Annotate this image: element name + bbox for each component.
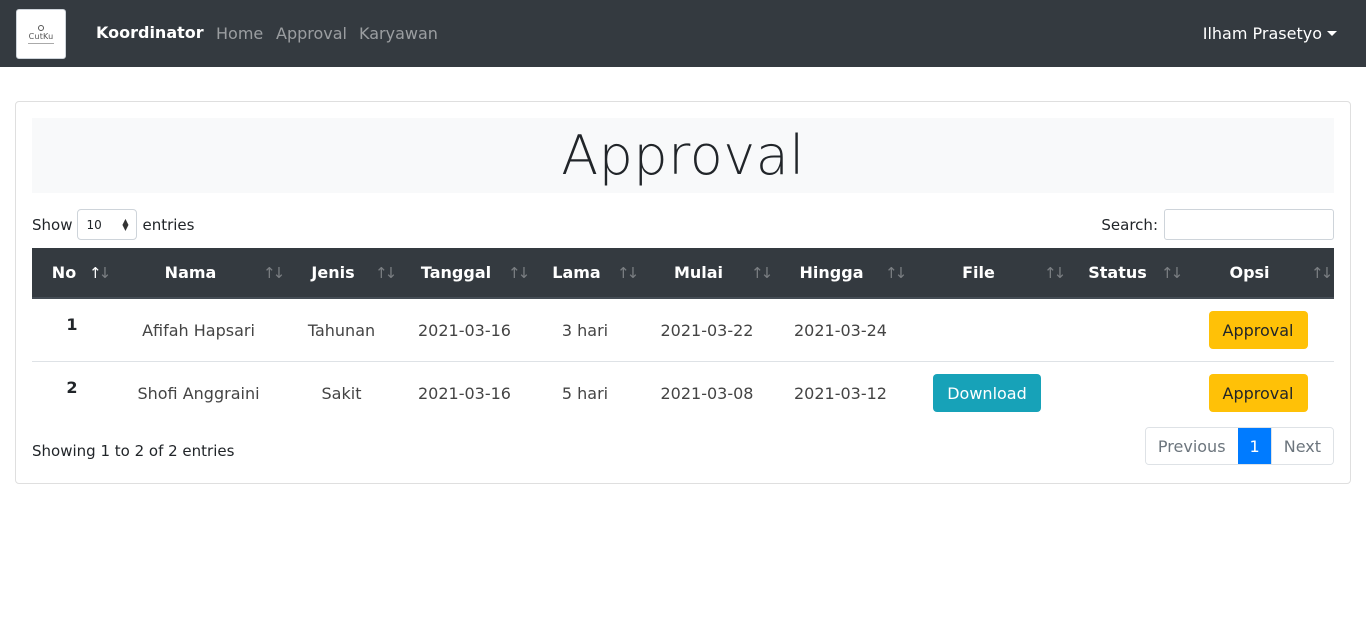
user-name: Ilham Prasetyo bbox=[1202, 24, 1322, 43]
title-banner: Approval bbox=[32, 118, 1334, 193]
sort-icon[interactable]: ↑↓ bbox=[751, 264, 773, 282]
sort-icon[interactable]: ↑↓ bbox=[1161, 264, 1183, 282]
cell-nama: Afifah Hapsari bbox=[142, 320, 255, 340]
search-control: Search: bbox=[1101, 209, 1334, 240]
nav-link-karyawan[interactable]: Karyawan bbox=[359, 24, 438, 43]
column-header-mulai[interactable]: Mulai bbox=[642, 248, 755, 297]
column-header-tanggal[interactable]: Tanggal bbox=[402, 248, 510, 297]
sort-icon[interactable]: ↑↓ bbox=[1311, 264, 1333, 282]
cell-status bbox=[1072, 299, 1182, 361]
cell-jenis: Sakit bbox=[321, 383, 362, 403]
sort-asc-icon[interactable]: ↑↓ bbox=[89, 264, 111, 282]
search-label: Search: bbox=[1101, 215, 1158, 234]
approval-card: Approval Show 10 ▲ ▼ entries Search: No ↑… bbox=[15, 101, 1351, 484]
cell-file bbox=[912, 299, 1062, 361]
select-arrows-icon: ▲ ▼ bbox=[122, 216, 129, 232]
navbar-brand[interactable]: Koordinator bbox=[96, 23, 204, 42]
logo-underline bbox=[28, 42, 54, 44]
user-dropdown[interactable]: Ilham Prasetyo bbox=[1203, 24, 1337, 43]
column-header-status[interactable]: Status bbox=[1072, 248, 1163, 297]
cell-nama: Shofi Anggraini bbox=[137, 383, 260, 403]
table-header: No ↑↓ Nama ↑↓ Jenis ↑↓ Tanggal ↑↓ Lama ↑… bbox=[32, 248, 1334, 299]
show-label: Show bbox=[32, 215, 73, 234]
cell-opsi: Approval bbox=[1192, 299, 1324, 361]
cell-no: 1 bbox=[66, 315, 78, 334]
cell-opsi: Approval bbox=[1192, 362, 1324, 424]
logo-text: CutKu bbox=[28, 31, 54, 41]
search-input[interactable] bbox=[1164, 209, 1334, 240]
approval-button[interactable]: Approval bbox=[1208, 311, 1308, 349]
column-header-no[interactable]: No bbox=[32, 248, 96, 297]
cell-lama: 5 hari bbox=[561, 383, 609, 403]
page-1-button[interactable]: 1 bbox=[1237, 428, 1271, 464]
nav-link-approval[interactable]: Approval bbox=[276, 24, 347, 43]
previous-page-button[interactable]: Previous bbox=[1145, 428, 1238, 464]
logo-mark-icon bbox=[38, 24, 44, 31]
top-navbar: CutKu Koordinator Home Approval Karyawan… bbox=[0, 0, 1366, 67]
cell-tanggal: 2021-03-16 bbox=[418, 383, 511, 403]
sort-icon[interactable]: ↑↓ bbox=[617, 264, 639, 282]
sort-icon[interactable]: ↑↓ bbox=[885, 264, 907, 282]
page-title: Approval bbox=[561, 124, 805, 187]
table-row: 2 Shofi Anggraini Sakit 2021-03-16 5 har… bbox=[32, 362, 1334, 425]
cell-mulai: 2021-03-22 bbox=[660, 320, 754, 340]
cell-hingga: 2021-03-24 bbox=[794, 320, 887, 340]
entries-label: entries bbox=[142, 215, 195, 234]
download-button[interactable]: Download bbox=[933, 374, 1041, 412]
cell-no: 2 bbox=[66, 378, 78, 397]
sort-icon[interactable]: ↑↓ bbox=[375, 264, 397, 282]
table-info: Showing 1 to 2 of 2 entries bbox=[32, 442, 235, 460]
entries-select[interactable]: 10 ▲ ▼ bbox=[77, 209, 138, 240]
nav-link-home[interactable]: Home bbox=[216, 24, 263, 43]
caret-down-icon bbox=[1327, 31, 1337, 36]
cell-file: Download bbox=[912, 362, 1062, 424]
column-header-opsi[interactable]: Opsi bbox=[1192, 248, 1307, 297]
table-row: 1 Afifah Hapsari Tahunan 2021-03-16 3 ha… bbox=[32, 299, 1334, 362]
pagination: Previous 1 Next bbox=[1144, 427, 1334, 465]
column-header-hingga[interactable]: Hingga bbox=[777, 248, 886, 297]
entries-select-value: 10 bbox=[86, 217, 102, 232]
entries-length-control: Show 10 ▲ ▼ entries bbox=[32, 209, 194, 240]
sort-icon[interactable]: ↑↓ bbox=[263, 264, 285, 282]
app-logo[interactable]: CutKu bbox=[16, 9, 66, 59]
column-header-lama[interactable]: Lama bbox=[534, 248, 619, 297]
sort-icon[interactable]: ↑↓ bbox=[1044, 264, 1066, 282]
sort-icon[interactable]: ↑↓ bbox=[508, 264, 530, 282]
column-header-nama[interactable]: Nama bbox=[127, 248, 254, 297]
cell-jenis: Tahunan bbox=[307, 320, 376, 340]
column-header-file[interactable]: File bbox=[912, 248, 1045, 297]
cell-mulai: 2021-03-08 bbox=[660, 383, 754, 403]
cell-tanggal: 2021-03-16 bbox=[418, 320, 511, 340]
next-page-button[interactable]: Next bbox=[1270, 428, 1333, 464]
approval-button[interactable]: Approval bbox=[1208, 374, 1308, 412]
cell-status bbox=[1072, 362, 1182, 424]
cell-hingga: 2021-03-12 bbox=[794, 383, 887, 403]
cell-lama: 3 hari bbox=[561, 320, 609, 340]
column-header-jenis[interactable]: Jenis bbox=[284, 248, 382, 297]
